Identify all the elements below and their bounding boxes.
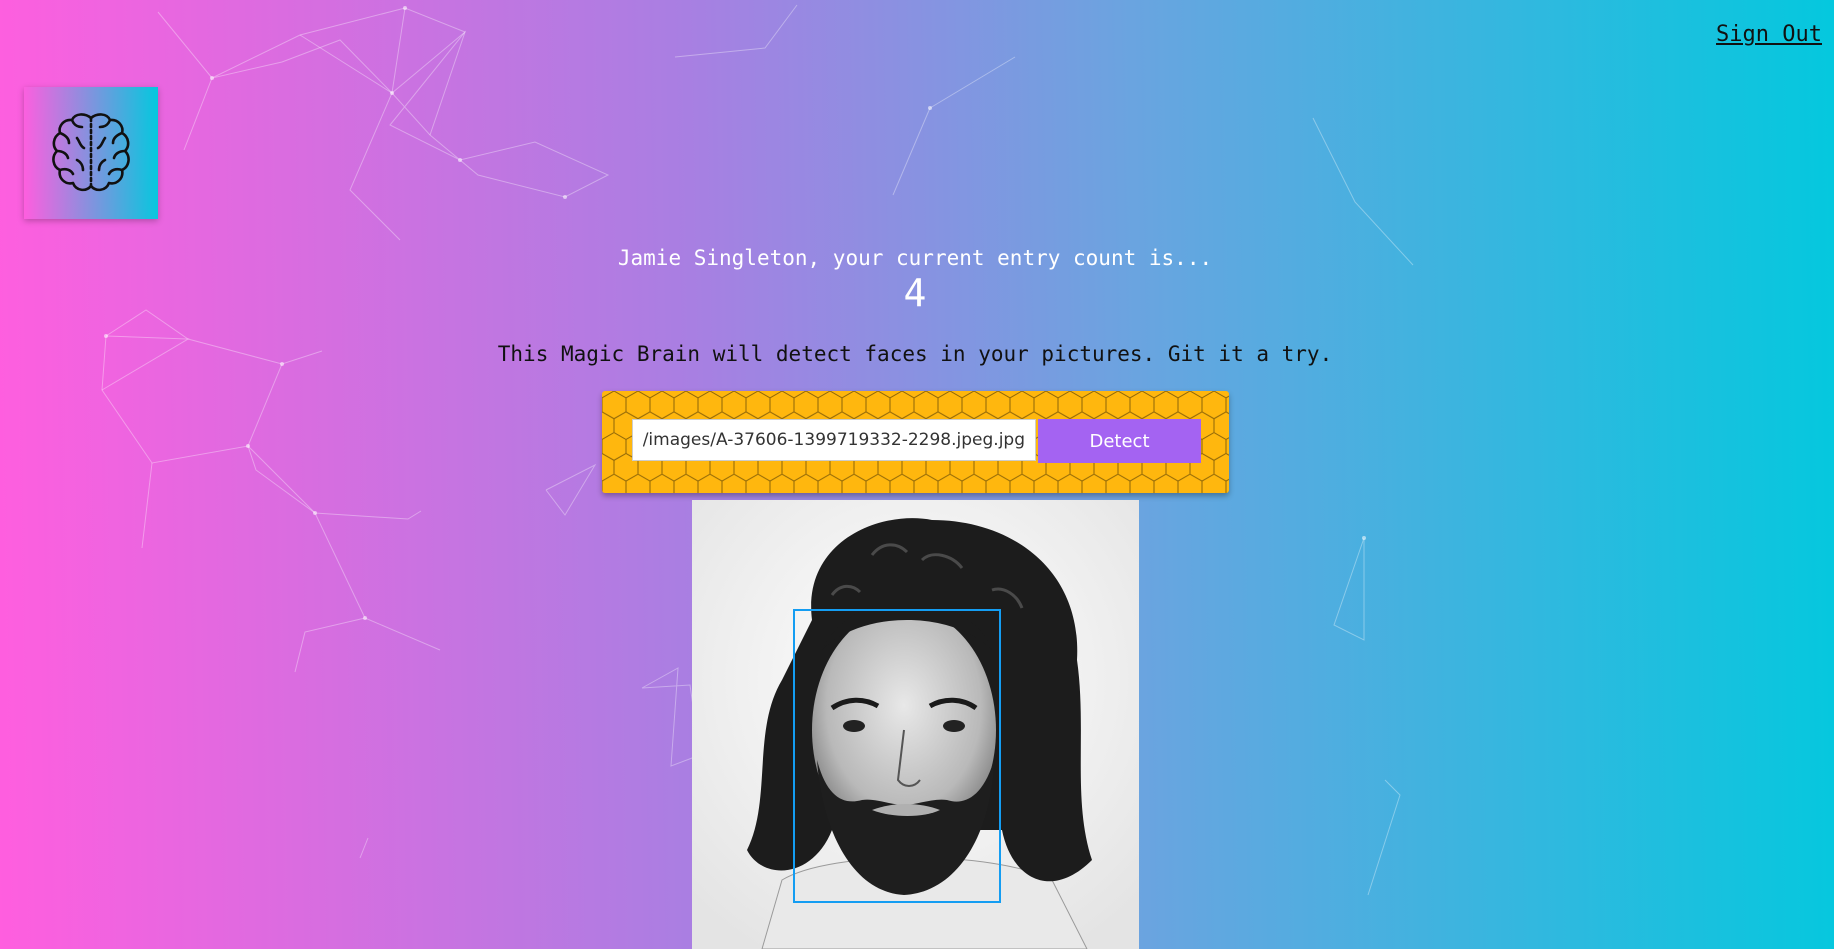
image-url-input[interactable] [632, 419, 1036, 461]
logo[interactable] [24, 87, 158, 219]
result-image-container [692, 500, 1139, 949]
entry-count: 4 [903, 271, 927, 315]
sign-out-link[interactable]: Sign Out [1716, 22, 1822, 47]
entry-greeting: Jamie Singleton, your current entry coun… [617, 246, 1213, 270]
image-url-form: Detect [602, 391, 1229, 493]
face-bounding-box [793, 609, 1001, 903]
app-description: This Magic Brain will detect faces in yo… [497, 342, 1333, 366]
detect-button[interactable]: Detect [1038, 419, 1201, 463]
brain-icon [52, 113, 130, 192]
